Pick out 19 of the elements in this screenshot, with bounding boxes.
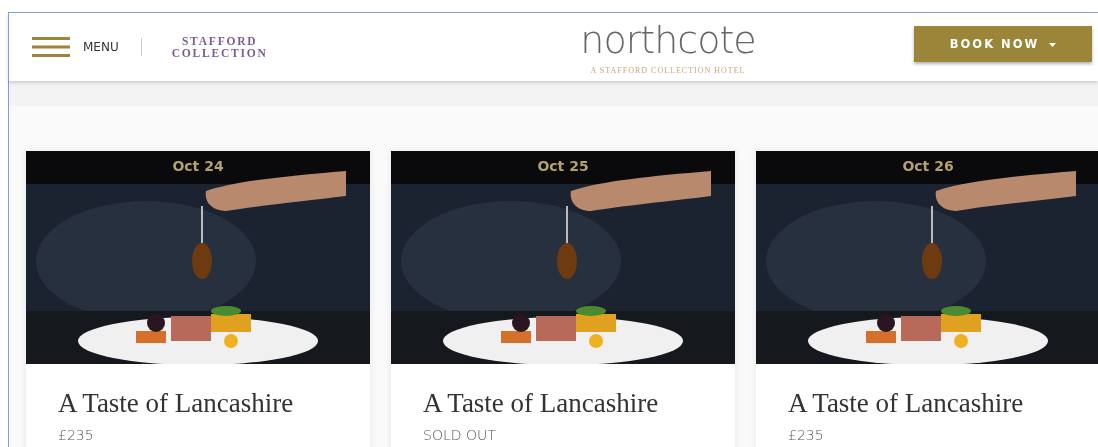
event-price: £235 (788, 427, 825, 443)
logo-tagline: A STAFFORD COLLECTION HOTEL (590, 65, 746, 75)
event-title: A Taste of Lancashire (423, 388, 660, 419)
menu-icon[interactable] (32, 37, 70, 57)
partner-logo[interactable]: STAFFORD COLLECTION (171, 35, 268, 59)
event-date: Oct 25 (536, 158, 590, 174)
event-price: £235 (58, 427, 95, 443)
event-title: A Taste of Lancashire (788, 388, 1025, 419)
book-now-button[interactable]: BOOK NOW (914, 26, 1092, 62)
menu-link[interactable]: MENU (83, 40, 119, 54)
event-card[interactable]: Oct 24 A Taste of Lancashire £235 (26, 151, 370, 447)
site-logo[interactable]: northcote (580, 19, 756, 60)
event-date: Oct 24 (171, 158, 225, 174)
event-date: Oct 26 (901, 158, 955, 174)
event-card[interactable]: Oct 26 A Taste of Lancashire £235 (756, 151, 1098, 447)
caret-icon (1049, 42, 1057, 47)
event-price: SOLD OUT (423, 427, 497, 443)
event-title: A Taste of Lancashire (58, 388, 295, 419)
event-card[interactable]: Oct 25 A Taste of Lancashire SOLD OUT (391, 151, 735, 447)
